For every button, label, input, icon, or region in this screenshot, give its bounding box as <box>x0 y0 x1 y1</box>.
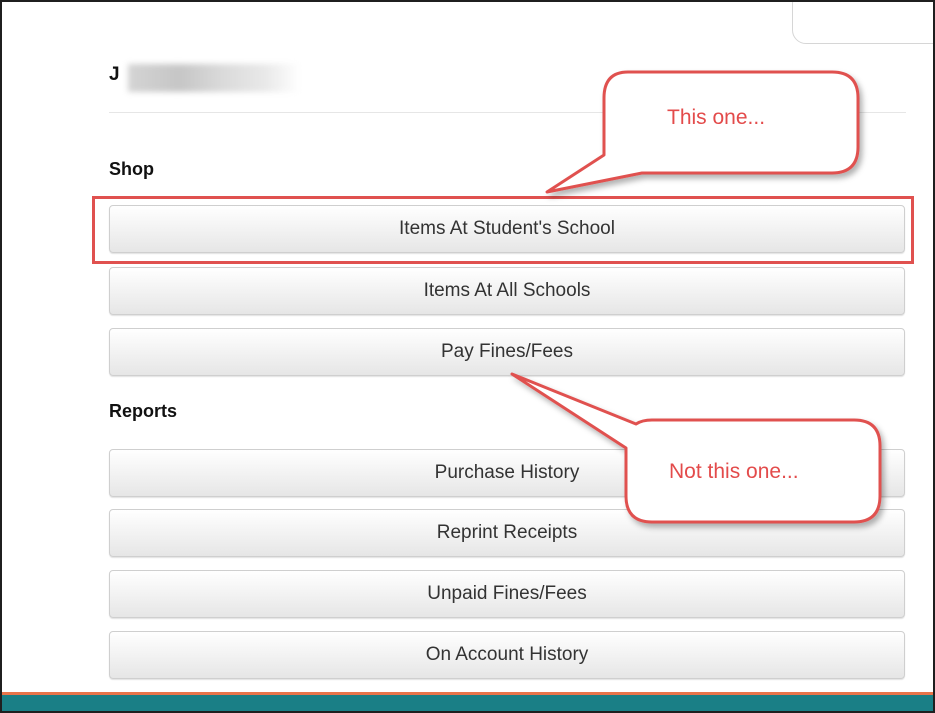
callout-this-one-text: This one... <box>667 106 766 129</box>
callout-this-one-bubble <box>545 70 860 194</box>
screenshot-frame: J Shop Items At Student's School Items A… <box>0 0 935 713</box>
callout-not-this-one-bubble <box>510 372 882 524</box>
footer-bar <box>2 692 933 711</box>
top-tab-edge <box>792 2 933 44</box>
header-divider <box>109 112 906 113</box>
reprint-receipts-button[interactable]: Reprint Receipts <box>109 509 905 557</box>
user-name: J <box>109 64 120 85</box>
callout-not-this-one-text: Not this one... <box>669 460 799 483</box>
on-account-history-button[interactable]: On Account History <box>109 631 905 679</box>
items-at-all-schools-button[interactable]: Items At All Schools <box>109 267 905 315</box>
pay-fines-fees-button[interactable]: Pay Fines/Fees <box>109 328 905 376</box>
redacted-name-blur <box>128 64 300 92</box>
unpaid-fines-fees-button[interactable]: Unpaid Fines/Fees <box>109 570 905 618</box>
shop-heading: Shop <box>109 159 154 179</box>
reports-heading: Reports <box>109 401 178 421</box>
items-at-students-school-button[interactable]: Items At Student's School <box>109 205 905 253</box>
